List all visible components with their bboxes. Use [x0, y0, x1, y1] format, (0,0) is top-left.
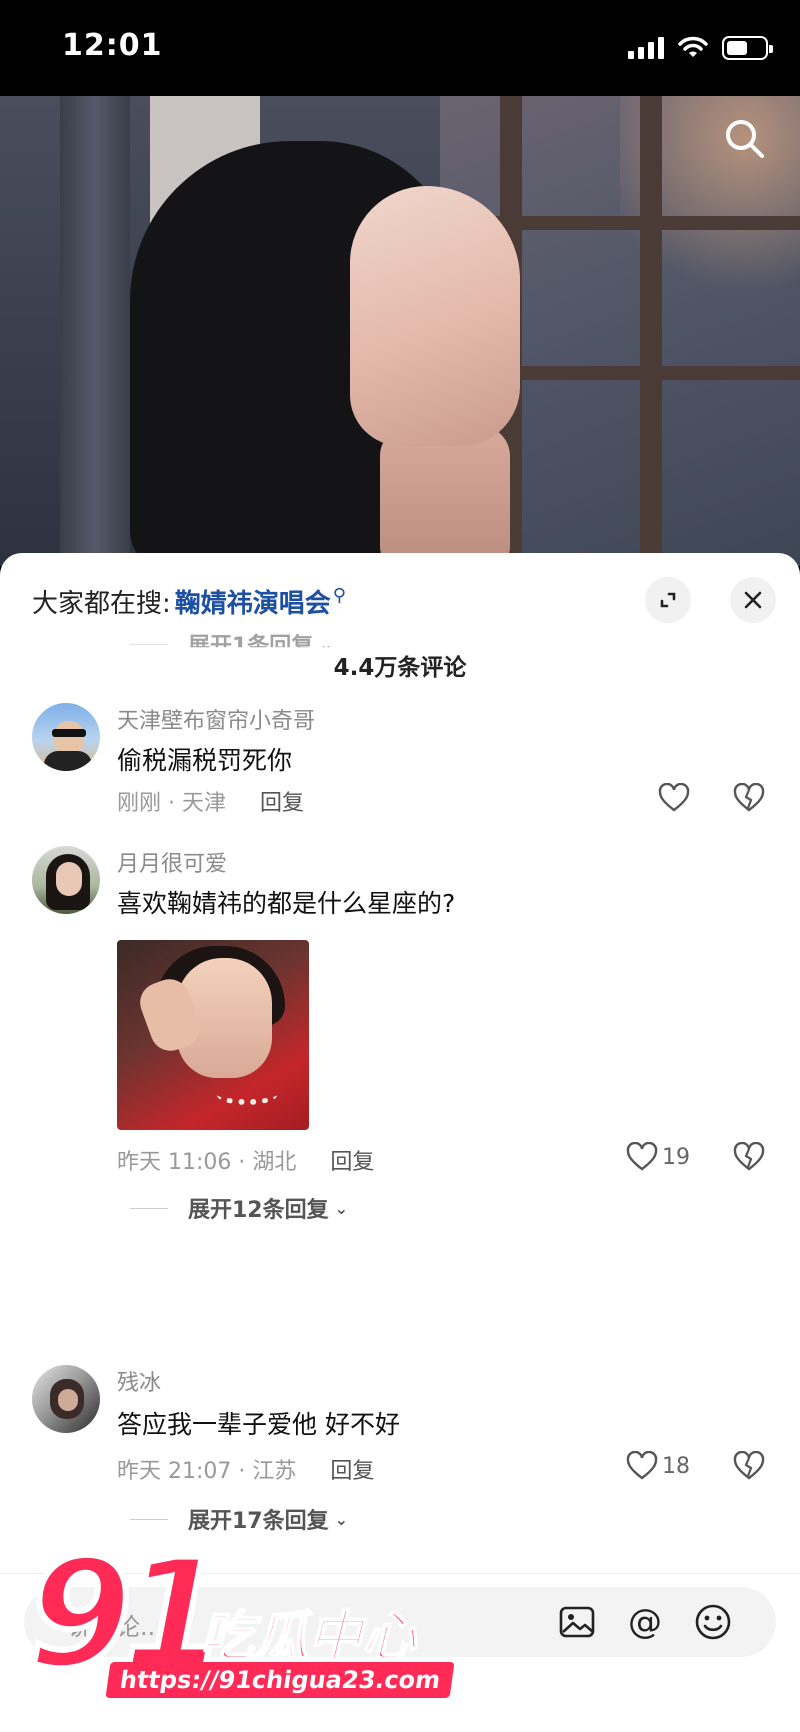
- close-icon: [744, 591, 762, 609]
- comment-text: 喜欢鞠婧祎的都是什么星座的?: [117, 889, 456, 918]
- comment-username[interactable]: 月月很可爱: [117, 846, 227, 878]
- search-icon[interactable]: [720, 114, 770, 164]
- comment-meta: 刚刚 · 天津 回复: [117, 785, 304, 817]
- emoji-icon: [695, 1604, 731, 1640]
- image-icon: [559, 1606, 595, 1638]
- broken-heart-icon: [733, 1450, 765, 1480]
- dislike-button[interactable]: [733, 1141, 765, 1176]
- dislike-button[interactable]: [733, 782, 765, 817]
- comment-meta: 昨天 21:07 · 江苏 回复: [117, 1453, 374, 1485]
- watermark-logo: 91 吃瓜中心 https://91chigua23.com: [25, 1537, 455, 1730]
- hot-search[interactable]: 大家都在搜: 鞠婧祎演唱会 ⚲: [32, 583, 346, 620]
- chevron-down-icon: ⌄: [334, 1509, 349, 1529]
- comment-text: 偷税漏税罚死你: [117, 746, 293, 775]
- dislike-button[interactable]: [733, 1450, 765, 1485]
- expand-button[interactable]: [645, 577, 691, 623]
- chevron-down-icon: ⌄: [334, 1198, 349, 1218]
- comment-time-location: 昨天 11:06 · 湖北: [117, 1150, 297, 1175]
- hot-search-label: 大家都在搜:: [32, 589, 171, 619]
- heart-icon: [658, 783, 690, 812]
- like-button[interactable]: [658, 783, 690, 813]
- like-count: 19: [662, 1144, 690, 1170]
- watermark-name: 吃瓜中心: [199, 1604, 417, 1669]
- wifi-icon: [678, 36, 708, 57]
- comment-username[interactable]: 残冰: [117, 1365, 161, 1397]
- broken-heart-icon: [733, 1141, 765, 1171]
- emoji-button[interactable]: [690, 1599, 736, 1645]
- comment-image[interactable]: [117, 940, 309, 1130]
- status-icons: [628, 34, 773, 62]
- avatar[interactable]: [32, 1365, 100, 1433]
- comment-time-location: 昨天 21:07 · 江苏: [117, 1459, 297, 1484]
- reply-button[interactable]: 回复: [330, 1144, 374, 1176]
- avatar[interactable]: [32, 703, 100, 771]
- comment-text: 答应我一辈子爱他 好不好: [117, 1410, 400, 1439]
- hot-search-term[interactable]: 鞠婧祎演唱会: [175, 583, 331, 620]
- heart-icon: [626, 1142, 658, 1171]
- avatar[interactable]: [32, 846, 100, 914]
- comment-count: 4.4万条评论: [333, 655, 467, 681]
- like-count: 18: [662, 1453, 690, 1479]
- comment-meta: 昨天 11:06 · 湖北 回复: [117, 1144, 374, 1176]
- image-button[interactable]: [554, 1599, 600, 1645]
- at-icon: @: [628, 1602, 662, 1642]
- signal-icon: [628, 37, 664, 59]
- reply-button[interactable]: 回复: [330, 1453, 374, 1485]
- close-button[interactable]: [730, 577, 776, 623]
- broken-heart-icon: [733, 782, 765, 812]
- reply-button[interactable]: 回复: [260, 785, 304, 817]
- small-search-icon: ⚲: [332, 585, 346, 606]
- heart-icon: [626, 1451, 658, 1480]
- video-preview[interactable]: [0, 96, 800, 566]
- status-bar: 12:01: [0, 0, 800, 96]
- watermark-url: https://91chigua23.com: [105, 1662, 455, 1698]
- expand-icon: [660, 592, 676, 608]
- sheet-header: 大家都在搜: 鞠婧祎演唱会 ⚲ 4.4万条评论: [0, 553, 800, 681]
- reply-expander[interactable]: 展开12条回复 ⌄: [130, 1192, 348, 1224]
- status-time: 12:01: [62, 28, 163, 63]
- comment-time-location: 刚刚 · 天津: [117, 791, 226, 816]
- comment-username[interactable]: 天津壁布窗帘小奇哥: [117, 703, 315, 735]
- woman-face: [350, 186, 520, 446]
- mention-button[interactable]: @: [622, 1599, 668, 1645]
- like-button[interactable]: 19: [626, 1142, 690, 1172]
- like-button[interactable]: 18: [626, 1451, 690, 1481]
- reply-expander-label: 展开12条回复: [188, 1198, 329, 1223]
- battery-icon: [722, 36, 773, 60]
